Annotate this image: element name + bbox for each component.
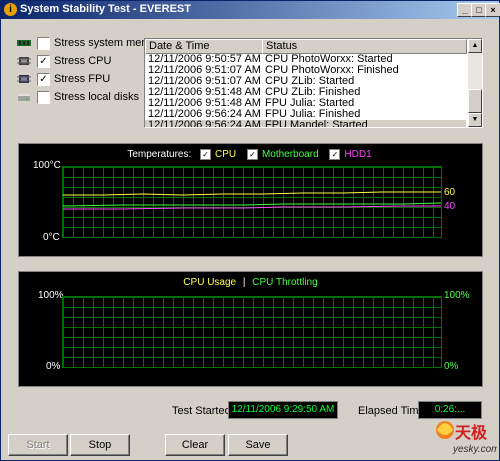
log-row[interactable]: 12/11/2006 9:56:24 AM FPU Mandel: Started — [145, 119, 466, 128]
legend-hdd1-checkbox[interactable]: ✓ — [329, 149, 341, 160]
legend-motherboard-label: Motherboard — [261, 149, 319, 161]
cpu-throttling-title: CPU Throttling — [252, 277, 318, 288]
throttle-y-max: 100% — [444, 290, 470, 301]
checkbox-stress-fpu[interactable]: ✓ — [37, 73, 50, 86]
option-label: Stress local disks — [54, 91, 139, 103]
log-row-time: 12/11/2006 9:56:24 AM — [148, 119, 261, 128]
everest-app-icon: i — [4, 3, 17, 16]
throttle-y-min: 0% — [444, 361, 459, 372]
checkbox-stress-disks[interactable] — [37, 91, 50, 104]
cpu-temp-line — [63, 191, 441, 196]
title-separator: | — [242, 277, 246, 288]
cpu-usage-graph: CPU Usage | CPU Throttling 100% 0% 100% … — [18, 271, 483, 387]
hdd-temp-line — [63, 205, 441, 210]
cpu-grid — [62, 296, 442, 368]
scroll-thumb[interactable] — [468, 89, 482, 113]
temp-y-max: 100°C — [33, 160, 61, 171]
column-header-date-time[interactable]: Date & Time — [145, 39, 263, 54]
temperature-graph: Temperatures: ✓ CPU ✓ Motherboard ✓ HDD1 10… — [18, 143, 483, 257]
legend-cpu-label: CPU — [215, 149, 237, 161]
start-button[interactable]: Start — [8, 434, 68, 456]
test-started-label: Test Started: — [172, 405, 234, 417]
cpu-usage-title: CPU Usage — [183, 277, 237, 288]
cpu-temp-readout: 60 — [444, 187, 456, 198]
check-mark: ✓ — [39, 56, 48, 67]
motherboard-temp-line — [63, 202, 441, 207]
log-header: Date & Time Status — [145, 39, 467, 54]
legend-motherboard-checkbox[interactable]: ✓ — [246, 149, 258, 160]
checkbox-stress-memory[interactable] — [37, 37, 50, 50]
column-header-status[interactable]: Status — [262, 39, 467, 54]
stop-button[interactable]: Stop — [70, 434, 130, 456]
event-log-list[interactable]: Date & Time Status 12/11/2006 9:50:57 AM… — [144, 38, 483, 128]
fpu-icon — [17, 75, 31, 83]
stability-test-window: i System Stability Test - EVEREST _ □ × … — [0, 0, 500, 461]
temp-lines — [63, 191, 441, 210]
yesky-watermark-logo: 天极 yesky.com — [431, 408, 500, 458]
cpu-graph-title: CPU Usage | CPU Throttling — [19, 277, 482, 288]
save-button[interactable]: Save — [228, 434, 288, 456]
temperatures-label: Temperatures: — [127, 149, 192, 161]
hdd-temp-readout: 40 — [444, 201, 456, 212]
legend-motherboard[interactable]: ✓ Motherboard — [245, 149, 321, 160]
title-bar[interactable]: i System Stability Test - EVEREST _ □ × — [1, 1, 500, 19]
legend-cpu[interactable]: ✓ CPU — [198, 149, 238, 160]
svg-text:yesky.com: yesky.com — [452, 444, 497, 455]
legend-hdd1-label: HDD1 — [344, 149, 372, 161]
legend-cpu-checkbox[interactable]: ✓ — [200, 149, 212, 160]
option-label: Stress FPU — [54, 73, 111, 85]
yesky-logo-icon: 天极 yesky.com — [436, 421, 500, 455]
option-label: Stress CPU — [54, 55, 112, 67]
scroll-down-button[interactable]: ▼ — [468, 113, 482, 127]
clear-button[interactable]: Clear — [165, 434, 225, 456]
temperature-legend: Temperatures: ✓ CPU ✓ Motherboard ✓ HDD1 — [19, 149, 482, 160]
temp-y-min: 0°C — [43, 232, 60, 243]
temp-grid — [62, 166, 442, 238]
disk-icon — [18, 94, 30, 101]
cpu-y-min: 0% — [46, 361, 61, 372]
check-mark: ✓ — [39, 74, 48, 85]
memory-icon — [17, 40, 31, 46]
cpu-icon — [17, 57, 31, 65]
window-title: System Stability Test - EVEREST — [20, 3, 191, 15]
checkbox-stress-cpu[interactable]: ✓ — [37, 55, 50, 68]
log-row-status: FPU Mandel: Started — [265, 119, 368, 128]
test-started-value: 12/11/2006 9:29:50 AM — [228, 401, 338, 419]
svg-text:天极: 天极 — [455, 423, 488, 442]
scroll-up-button[interactable]: ▲ — [468, 39, 482, 53]
close-button[interactable]: × — [485, 3, 500, 17]
legend-hdd1[interactable]: ✓ HDD1 — [327, 149, 373, 160]
cpu-y-max: 100% — [38, 290, 64, 301]
log-scrollbar[interactable]: ▲ ▼ — [468, 39, 482, 127]
